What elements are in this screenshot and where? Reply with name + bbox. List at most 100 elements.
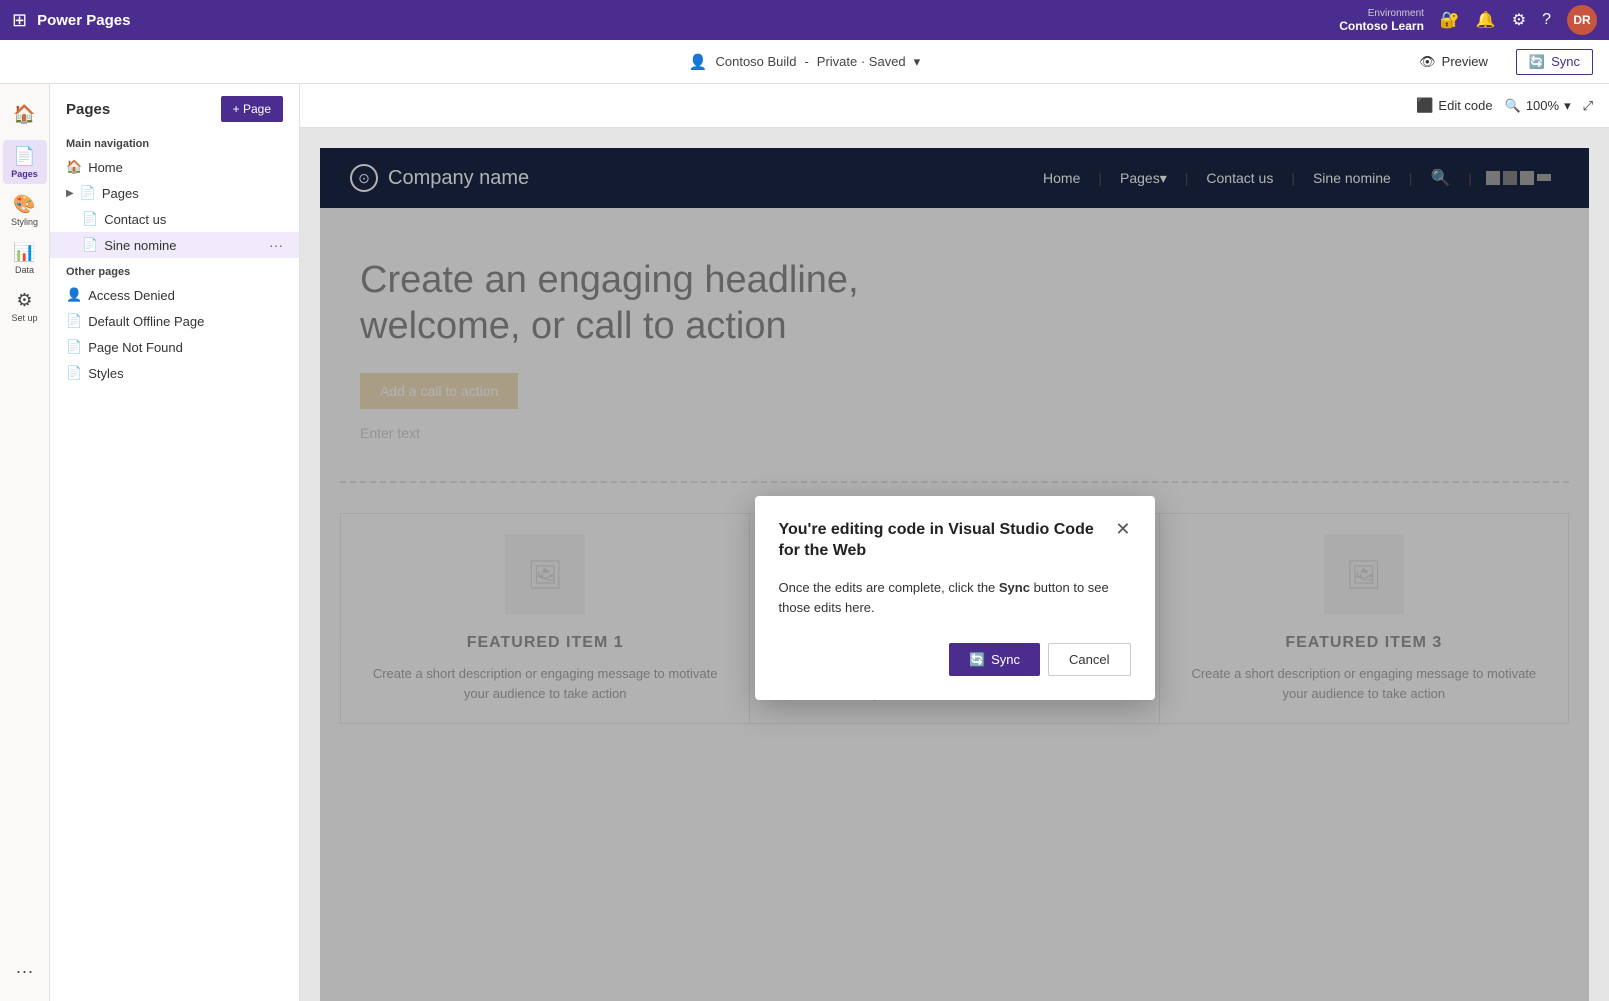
sidebar-item-contact[interactable]: 📄 Contact us [50, 206, 299, 232]
sidebar-item-not-found[interactable]: 📄 Page Not Found [50, 334, 299, 360]
rail-pages[interactable]: 📄 Pages [3, 140, 47, 184]
rail-more[interactable]: ··· [3, 949, 47, 993]
offline-page-label: Default Offline Page [88, 314, 283, 329]
modal-header: You're editing code in Visual Studio Cod… [779, 520, 1131, 562]
sync-modal: You're editing code in Visual Studio Cod… [755, 496, 1155, 700]
content-toolbar: ⬛ Edit code 🔍 100% ▾ ⤢ [300, 84, 1609, 128]
icon-rail: 🏠 📄 Pages 🎨 Styling 📊 Data ⚙ Set up ··· [0, 84, 50, 1001]
data-rail-label: Data [15, 265, 34, 275]
site-icon: 👤 [689, 53, 708, 71]
website-frame: ⊙ Company name Home | Pages▾ | Contact u… [320, 148, 1589, 1001]
rail-setup[interactable]: ⚙ Set up [3, 284, 47, 328]
rail-data[interactable]: 📊 Data [3, 236, 47, 280]
modal-sync-icon: 🔄 [969, 652, 985, 668]
home-page-icon: 🏠 [66, 159, 82, 175]
not-found-label: Page Not Found [88, 340, 283, 355]
other-pages-label: Other pages [50, 258, 299, 282]
sine-nomine-icon: 📄 [82, 237, 98, 253]
sidebar: Pages + Page Main navigation 🏠 Home ▶ 📄 … [50, 84, 300, 1001]
styles-label: Styles [88, 366, 283, 381]
rail-bottom: ··· [3, 949, 47, 1001]
sidebar-header: Pages + Page [50, 84, 299, 130]
avatar[interactable]: DR [1567, 5, 1597, 35]
zoom-label: 100% [1526, 98, 1559, 113]
pages-folder-icon: 📄 [80, 185, 96, 201]
offline-page-icon: 📄 [66, 313, 82, 329]
site-info: 👤 Contoso Build - Private · Saved ▾ [689, 53, 920, 71]
sine-nomine-label: Sine nomine [104, 238, 263, 253]
data-icon: 📊 [13, 242, 35, 263]
styling-rail-label: Styling [11, 217, 38, 227]
preview-button[interactable]: 👁 Preview [1411, 50, 1496, 74]
rail-home[interactable]: 🏠 [3, 92, 47, 136]
edit-code-button[interactable]: ⬛ Edit code [1416, 97, 1493, 114]
app-title: Power Pages [37, 12, 130, 29]
settings-profile-icon[interactable]: 🔐 [1440, 10, 1460, 30]
setup-rail-label: Set up [11, 313, 37, 323]
access-denied-label: Access Denied [88, 288, 283, 303]
access-denied-icon: 👤 [66, 287, 82, 303]
modal-body: Once the edits are complete, click the S… [779, 578, 1131, 620]
second-bar: 👤 Contoso Build - Private · Saved ▾ 👁 Pr… [0, 40, 1609, 84]
sidebar-item-sine-nomine[interactable]: 📄 Sine nomine ··· [50, 232, 299, 258]
top-bar: ⊞ Power Pages Environment Contoso Learn … [0, 0, 1609, 40]
second-bar-actions: 👁 Preview 🔄 Sync [1411, 49, 1593, 75]
notification-icon[interactable]: 🔔 [1476, 10, 1496, 30]
modal-sync-button[interactable]: 🔄 Sync [949, 643, 1040, 676]
rail-styling[interactable]: 🎨 Styling [3, 188, 47, 232]
sine-nomine-more[interactable]: ··· [269, 237, 283, 253]
top-bar-right: Environment Contoso Learn 🔐 🔔 ⚙ ? DR [1339, 5, 1597, 35]
environment-info: Environment Contoso Learn [1339, 8, 1424, 33]
site-status: Private · Saved [817, 54, 906, 69]
setup-icon: ⚙ [16, 290, 32, 311]
modal-footer: 🔄 Sync Cancel [779, 643, 1131, 676]
main-nav-label: Main navigation [50, 130, 299, 154]
sidebar-title: Pages [66, 101, 110, 118]
modal-body-keyword: Sync [999, 580, 1030, 595]
sidebar-item-pages[interactable]: ▶ 📄 Pages [50, 180, 299, 206]
zoom-chevron: ▾ [1564, 98, 1571, 114]
help-icon[interactable]: ? [1542, 11, 1551, 29]
contact-page-icon: 📄 [82, 211, 98, 227]
expand-button[interactable]: ⤢ [1583, 98, 1593, 114]
sync-icon-header: 🔄 [1529, 54, 1545, 70]
zoom-icon: 🔍 [1505, 98, 1521, 114]
home-icon: 🏠 [13, 104, 35, 125]
dropdown-icon[interactable]: ▾ [914, 54, 921, 70]
site-separator: - [804, 54, 808, 69]
edit-code-icon: ⬛ [1416, 97, 1433, 114]
styling-icon: 🎨 [13, 194, 35, 215]
sidebar-item-styles[interactable]: 📄 Styles [50, 360, 299, 386]
sidebar-item-offline[interactable]: 📄 Default Offline Page [50, 308, 299, 334]
grid-icon[interactable]: ⊞ [12, 10, 27, 31]
modal-sync-label: Sync [991, 652, 1020, 667]
modal-title: You're editing code in Visual Studio Cod… [779, 520, 1099, 562]
pages-rail-label: Pages [11, 169, 38, 179]
preview-icon: 👁 [1419, 54, 1436, 70]
settings-icon[interactable]: ⚙ [1512, 10, 1526, 30]
home-page-label: Home [88, 160, 283, 175]
sync-button-header[interactable]: 🔄 Sync [1516, 49, 1593, 75]
zoom-control[interactable]: 🔍 100% ▾ [1505, 98, 1571, 114]
edit-code-label: Edit code [1438, 98, 1492, 113]
pages-chevron: ▶ [66, 188, 74, 199]
site-name: Contoso Build [715, 54, 796, 69]
modal-cancel-button[interactable]: Cancel [1048, 643, 1130, 676]
modal-close-button[interactable]: ✕ [1115, 520, 1130, 538]
pages-icon: 📄 [13, 146, 35, 167]
more-icon: ··· [16, 961, 34, 982]
env-label: Environment [1368, 8, 1424, 19]
pages-folder-label: Pages [102, 186, 283, 201]
page-canvas: ⊙ Company name Home | Pages▾ | Contact u… [300, 128, 1609, 1001]
sidebar-item-access-denied[interactable]: 👤 Access Denied [50, 282, 299, 308]
styles-icon: 📄 [66, 365, 82, 381]
env-name: Contoso Learn [1339, 19, 1424, 33]
sidebar-item-home[interactable]: 🏠 Home [50, 154, 299, 180]
modal-body-prefix: Once the edits are complete, click the [779, 580, 999, 595]
not-found-icon: 📄 [66, 339, 82, 355]
modal-overlay: You're editing code in Visual Studio Cod… [320, 148, 1589, 1001]
add-page-button[interactable]: + Page [221, 96, 283, 122]
main-layout: 🏠 📄 Pages 🎨 Styling 📊 Data ⚙ Set up ··· … [0, 84, 1609, 1001]
contact-page-label: Contact us [104, 212, 283, 227]
content-area: ⬛ Edit code 🔍 100% ▾ ⤢ ⊙ Company name [300, 84, 1609, 1001]
